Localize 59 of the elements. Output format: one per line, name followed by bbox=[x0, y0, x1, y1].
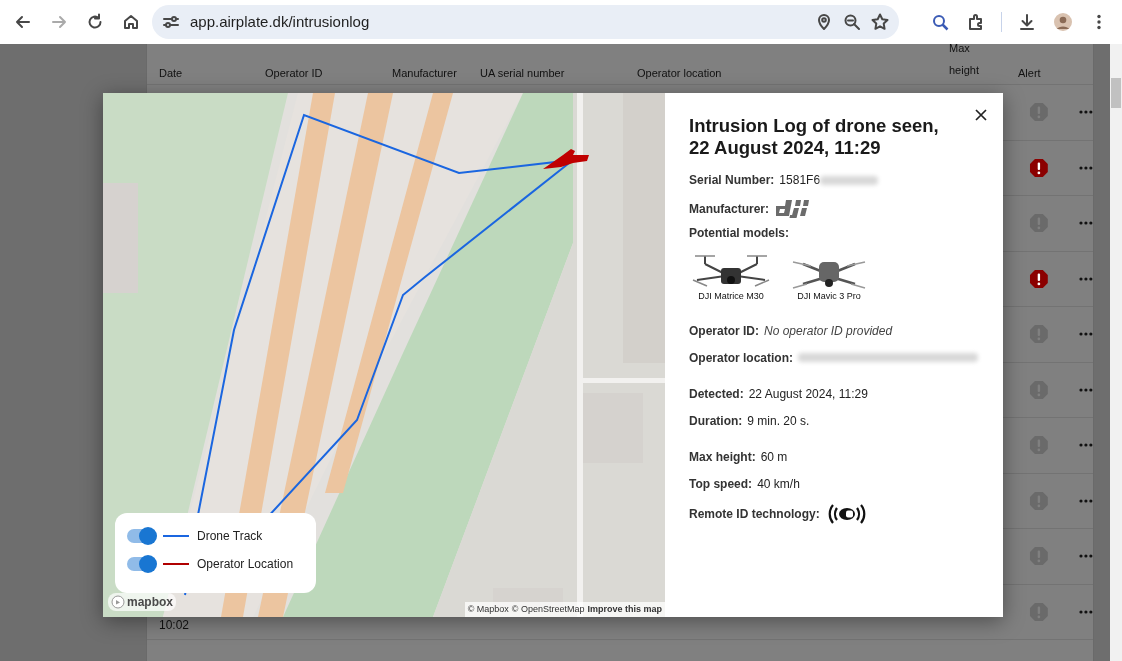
field-label: Manufacturer: bbox=[689, 201, 769, 219]
column-header[interactable]: UA serial number bbox=[480, 66, 565, 79]
field-label: Remote ID technology: bbox=[689, 505, 820, 523]
search-icon[interactable] bbox=[931, 13, 949, 31]
field-label: Serial Number: bbox=[689, 172, 775, 190]
extensions-icon[interactable] bbox=[967, 13, 985, 31]
mapbox-logo: mapbox bbox=[127, 594, 173, 611]
column-header[interactable]: Operator location bbox=[637, 66, 722, 79]
improve-map-link[interactable]: Improve this map bbox=[587, 602, 662, 616]
zoom-out-icon[interactable] bbox=[843, 13, 861, 31]
column-header[interactable]: Manufacturer bbox=[392, 66, 457, 79]
legend-label: Operator Location bbox=[197, 556, 294, 573]
field-value: No operator ID provided bbox=[764, 322, 893, 340]
drone-icon bbox=[543, 149, 589, 169]
column-header[interactable]: Date bbox=[159, 66, 183, 79]
scrollbar[interactable] bbox=[1110, 44, 1122, 661]
more-options-icon[interactable] bbox=[1079, 443, 1093, 448]
field-label: Operator location: bbox=[689, 349, 793, 367]
attribution-link[interactable]: © OpenStreetMap bbox=[511, 602, 585, 616]
field-value: 1581F6 bbox=[779, 172, 821, 190]
location-pin-icon[interactable] bbox=[815, 13, 833, 31]
model-caption: DJI Mavic 3 Pro bbox=[797, 290, 861, 304]
column-header[interactable]: Max height bbox=[949, 37, 979, 81]
field-label: Detected: bbox=[689, 385, 744, 403]
profile-avatar-icon[interactable] bbox=[1054, 13, 1072, 31]
field-value: 22 August 2024, 11:29 bbox=[748, 385, 868, 403]
field-label: Top speed: bbox=[689, 475, 753, 493]
site-settings-icon[interactable] bbox=[162, 13, 180, 31]
more-options-icon[interactable] bbox=[1079, 387, 1093, 392]
reload-icon[interactable] bbox=[86, 13, 104, 31]
legend-label: Drone Track bbox=[197, 528, 263, 545]
more-options-icon[interactable] bbox=[1079, 498, 1093, 503]
more-options-icon[interactable] bbox=[1079, 110, 1093, 115]
bookmark-star-icon[interactable] bbox=[871, 13, 889, 31]
table-cell: 10:02 bbox=[159, 617, 190, 632]
more-options-icon[interactable] bbox=[1079, 332, 1093, 337]
attribution-link[interactable]: © Mapbox bbox=[467, 602, 509, 616]
more-options-icon[interactable] bbox=[1079, 276, 1093, 281]
toggle-switch[interactable] bbox=[127, 529, 155, 543]
field-label: Duration: bbox=[689, 412, 743, 430]
model-caption: DJI Matrice M30 bbox=[698, 290, 764, 304]
field-value: 40 km/h bbox=[757, 475, 800, 493]
more-options-icon[interactable] bbox=[1079, 554, 1093, 559]
field-label: Operator ID: bbox=[689, 322, 759, 340]
field-value: 9 min. 20 s. bbox=[747, 412, 810, 430]
toggle-switch[interactable] bbox=[127, 557, 155, 571]
home-icon[interactable] bbox=[122, 13, 140, 31]
more-options-icon[interactable] bbox=[1079, 221, 1093, 226]
field-label: Potential models: bbox=[689, 225, 789, 243]
modal-title: Intrusion Log of drone seen, 22 August 2024, 11:29 bbox=[689, 115, 940, 160]
field-label: Max height: bbox=[689, 448, 756, 466]
download-icon[interactable] bbox=[1018, 13, 1036, 31]
more-options-icon[interactable] bbox=[1079, 609, 1093, 614]
column-header[interactable]: Alert bbox=[1018, 66, 1041, 79]
column-header[interactable]: Operator ID bbox=[265, 66, 323, 79]
more-options-icon[interactable] bbox=[1079, 165, 1093, 170]
field-value: 60 m bbox=[760, 448, 788, 466]
redacted-text bbox=[820, 175, 879, 185]
back-icon[interactable] bbox=[14, 13, 32, 31]
